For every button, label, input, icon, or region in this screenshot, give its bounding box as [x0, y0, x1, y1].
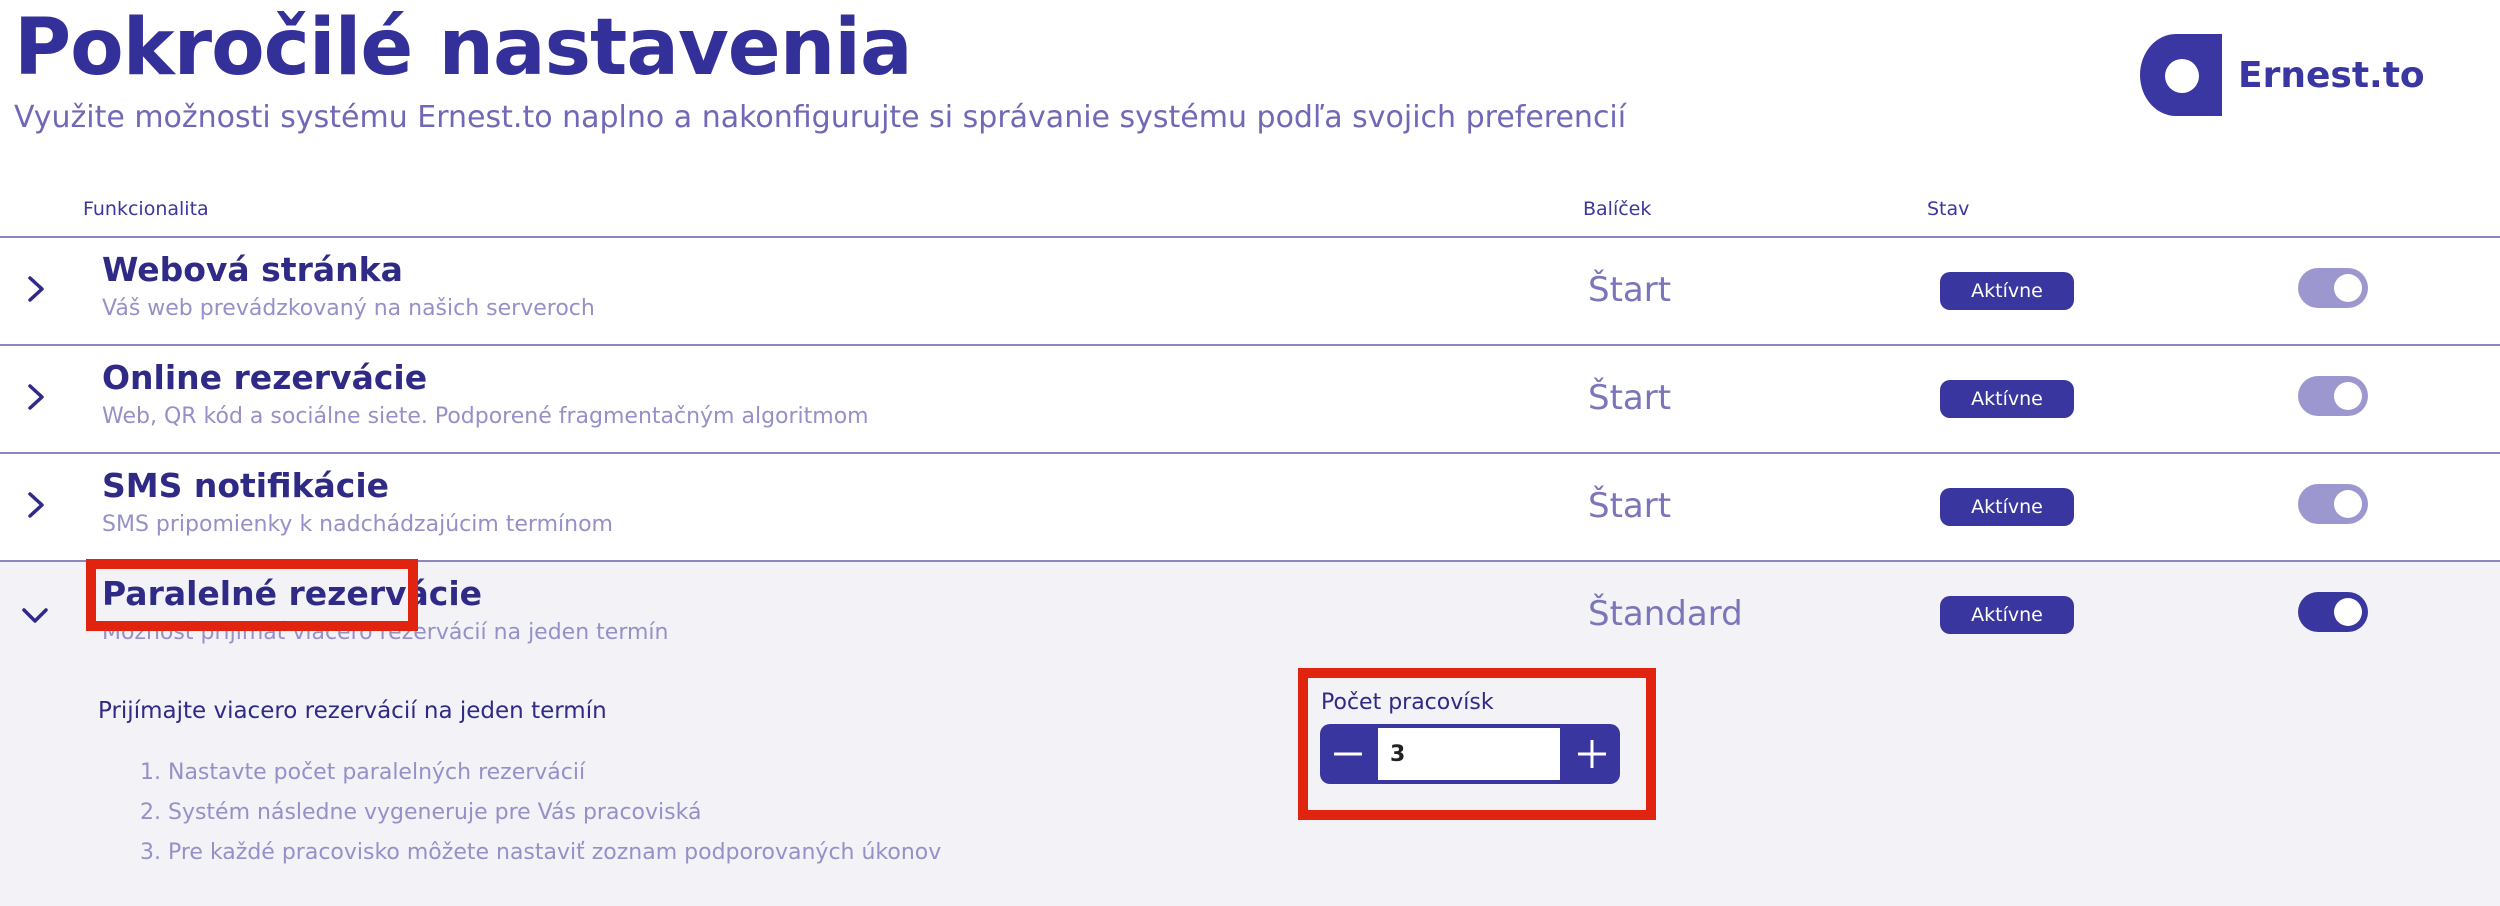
column-header-status: Stav	[1927, 198, 1970, 220]
feature-row-website[interactable]: Webová stránka Váš web prevádzkovaný na …	[0, 236, 2500, 344]
status-badge: Aktívne	[1940, 596, 2074, 634]
column-header-feature: Funkcionalita	[83, 198, 209, 220]
feature-title: SMS notifikácie	[102, 466, 390, 505]
brand-name: Ernest.to	[2238, 54, 2425, 96]
feature-plan: Štart	[1588, 270, 1672, 310]
highlight-box	[86, 559, 418, 631]
status-badge: Aktívne	[1940, 272, 2074, 310]
brand-mark-icon	[2140, 34, 2222, 116]
chevron-right-icon[interactable]	[20, 274, 50, 304]
detail-step: 1. Nastavte počet paralelných rezervácií	[140, 760, 586, 785]
status-badge: Aktívne	[1940, 488, 2074, 526]
feature-title: Online rezervácie	[102, 358, 428, 397]
feature-row-sms-notifications[interactable]: SMS notifikácie SMS pripomienky k nadchá…	[0, 452, 2500, 560]
chevron-right-icon[interactable]	[20, 490, 50, 520]
feature-toggle[interactable]	[2298, 376, 2368, 416]
feature-toggle[interactable]	[2298, 484, 2368, 524]
column-header-plan: Balíček	[1583, 198, 1652, 220]
feature-title: Webová stránka	[102, 250, 403, 289]
page-title: Pokročilé nastavenia	[14, 3, 913, 93]
highlight-box	[1298, 668, 1656, 820]
detail-step: 3. Pre každé pracovisko môžete nastaviť …	[140, 840, 942, 865]
status-badge: Aktívne	[1940, 380, 2074, 418]
feature-toggle[interactable]	[2298, 592, 2368, 632]
toggle-knob	[2334, 490, 2362, 518]
feature-plan: Štart	[1588, 486, 1672, 526]
page-subtitle: Využite možnosti systému Ernest.to napln…	[14, 100, 1627, 135]
feature-description: Web, QR kód a sociálne siete. Podporené …	[102, 404, 869, 429]
chevron-right-icon[interactable]	[20, 382, 50, 412]
feature-description: Váš web prevádzkovaný na našich serveroc…	[102, 296, 595, 321]
feature-detail-panel: Prijímajte viacero rezervácií na jeden t…	[0, 668, 2500, 906]
brand-logo[interactable]: Ernest.to	[2140, 34, 2425, 116]
feature-description: SMS pripomienky k nadchádzajúcim termíno…	[102, 512, 613, 537]
toggle-knob	[2334, 598, 2362, 626]
feature-row-online-reservations[interactable]: Online rezervácie Web, QR kód a sociálne…	[0, 344, 2500, 452]
chevron-down-icon[interactable]	[20, 600, 50, 630]
toggle-knob	[2334, 274, 2362, 302]
feature-plan: Štart	[1588, 378, 1672, 418]
feature-toggle[interactable]	[2298, 268, 2368, 308]
detail-step: 2. Systém následne vygeneruje pre Vás pr…	[140, 800, 702, 825]
toggle-knob	[2334, 382, 2362, 410]
detail-heading: Prijímajte viacero rezervácií na jeden t…	[98, 698, 607, 724]
feature-plan: Štandard	[1588, 594, 1743, 634]
